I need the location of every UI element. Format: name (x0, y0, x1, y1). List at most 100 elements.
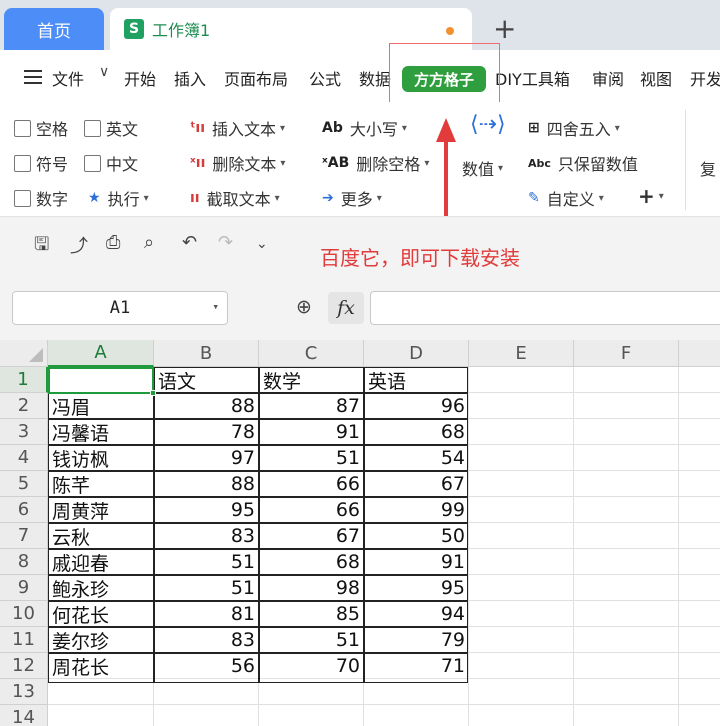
table-cell[interactable]: 英语 (364, 367, 469, 393)
execute-button[interactable]: ★ 执行 ▾ (88, 186, 149, 210)
checkbox-english[interactable]: 英文 (84, 116, 138, 140)
table-cell[interactable]: 83 (154, 627, 259, 653)
chevron-down-icon[interactable]: ▾ (212, 300, 219, 313)
row-header-12[interactable]: 12 (0, 653, 48, 679)
table-cell[interactable]: 97 (154, 445, 259, 471)
table-cell[interactable]: 54 (364, 445, 469, 471)
table-cell[interactable]: 冯馨语 (48, 419, 154, 445)
table-cell[interactable]: 70 (259, 653, 364, 679)
checkbox-chinese[interactable]: 中文 (84, 151, 138, 175)
row-header-5[interactable]: 5 (0, 471, 48, 497)
add-button[interactable]: + ▾ (638, 184, 664, 208)
insert-function-button[interactable]: fx (328, 292, 364, 324)
table-cell[interactable]: 冯眉 (48, 393, 154, 419)
column-header-e[interactable]: E (469, 340, 574, 367)
table-cell[interactable]: 91 (259, 419, 364, 445)
insert-text-button[interactable]: ᵗıı 插入文本 ▾ (190, 116, 285, 140)
table-cell[interactable]: 68 (364, 419, 469, 445)
table-cell[interactable]: 周花长 (48, 653, 154, 679)
row-header-14[interactable]: 14 (0, 705, 48, 726)
keep-numeric-button[interactable]: Abc 只保留数值 (528, 151, 638, 175)
undo-icon[interactable]: ↶ (182, 232, 197, 253)
menu-file[interactable]: 文件 (52, 66, 84, 90)
table-cell[interactable]: 67 (259, 523, 364, 549)
table-cell[interactable]: 云秋 (48, 523, 154, 549)
table-cell[interactable]: 66 (259, 497, 364, 523)
print-preview-icon[interactable]: ⌕ (144, 232, 154, 253)
column-header-f[interactable]: F (574, 340, 679, 367)
table-cell[interactable]: 79 (364, 627, 469, 653)
custom-button[interactable]: ✎ 自定义 ▾ (528, 186, 604, 210)
fill-handle[interactable] (150, 390, 156, 396)
customize-toolbar-icon[interactable]: ⌄ (256, 236, 268, 252)
table-cell[interactable]: 陈芊 (48, 471, 154, 497)
table-cell[interactable]: 语文 (154, 367, 259, 393)
table-cell[interactable]: 鲍永珍 (48, 575, 154, 601)
delete-text-button[interactable]: ˣıı 删除文本 ▾ (190, 151, 285, 175)
checkbox-space[interactable]: 空格 (14, 116, 68, 140)
row-header-3[interactable]: 3 (0, 419, 48, 445)
share-icon[interactable]: ⤴ (70, 232, 88, 258)
menu-developer[interactable]: 开发 (690, 66, 720, 90)
table-cell[interactable]: 50 (364, 523, 469, 549)
row-header-8[interactable]: 8 (0, 549, 48, 575)
checkbox-number[interactable]: 数字 (14, 186, 68, 210)
table-cell[interactable]: 88 (154, 471, 259, 497)
spreadsheet-grid[interactable]: A B C D E F 1 2 3 4 5 6 7 8 9 10 11 12 13 14 语文 数学 英语 冯眉 88 87 96 冯… (0, 340, 720, 726)
checkbox-symbol[interactable]: 符号 (14, 151, 68, 175)
row-header-9[interactable]: 9 (0, 575, 48, 601)
table-cell[interactable]: 戚迎春 (48, 549, 154, 575)
table-cell[interactable]: 88 (154, 393, 259, 419)
tab-home[interactable]: 首页 (4, 8, 104, 50)
menu-insert[interactable]: 插入 (174, 66, 206, 90)
table-cell[interactable]: 钱访枫 (48, 445, 154, 471)
menu-review[interactable]: 审阅 (592, 66, 624, 90)
table-cell[interactable]: 51 (259, 627, 364, 653)
column-header-a[interactable]: A (48, 340, 154, 367)
copy-button[interactable]: 复 (700, 156, 716, 180)
menu-formula[interactable]: 公式 (309, 66, 341, 90)
table-cell[interactable]: 68 (259, 549, 364, 575)
round-button[interactable]: ⊞ 四舍五入 ▾ (528, 116, 620, 140)
menu-page-layout[interactable]: 页面布局 (224, 66, 288, 90)
column-header-d[interactable]: D (364, 340, 469, 367)
save-icon[interactable]: 🖫 (34, 232, 49, 262)
table-cell[interactable]: 87 (259, 393, 364, 419)
table-cell[interactable]: 67 (364, 471, 469, 497)
row-header-4[interactable]: 4 (0, 445, 48, 471)
zoom-icon[interactable]: ⊕ (296, 296, 312, 318)
table-cell[interactable]: 78 (154, 419, 259, 445)
table-cell[interactable]: 91 (364, 549, 469, 575)
hamburger-menu-icon[interactable] (24, 70, 42, 84)
table-cell[interactable]: 51 (154, 549, 259, 575)
table-cell[interactable]: 95 (364, 575, 469, 601)
menu-start[interactable]: 开始 (124, 66, 156, 90)
chevron-down-icon[interactable]: ∨ (99, 64, 109, 80)
table-cell[interactable]: 56 (154, 653, 259, 679)
table-cell[interactable]: 99 (364, 497, 469, 523)
select-all-corner[interactable] (0, 340, 48, 367)
more-button[interactable]: ➔ 更多 ▾ (322, 186, 382, 210)
row-header-13[interactable]: 13 (0, 679, 48, 705)
row-header-2[interactable]: 2 (0, 393, 48, 419)
table-cell[interactable]: 51 (259, 445, 364, 471)
formula-input[interactable] (370, 291, 720, 325)
delete-space-button[interactable]: ˣAB 删除空格 ▾ (322, 151, 429, 175)
table-cell[interactable]: 85 (259, 601, 364, 627)
numeric-button[interactable]: 数值 ▾ (462, 156, 503, 180)
table-cell[interactable]: 66 (259, 471, 364, 497)
extract-text-button[interactable]: ıı 截取文本 ▾ (190, 186, 280, 210)
case-button[interactable]: Ab 大小写 ▾ (322, 116, 407, 140)
name-box[interactable]: A1 ▾ (12, 291, 228, 325)
print-icon[interactable]: ⎙ (106, 232, 120, 253)
row-header-7[interactable]: 7 (0, 523, 48, 549)
column-header-c[interactable]: C (259, 340, 364, 367)
redo-icon[interactable]: ↷ (218, 232, 233, 253)
table-cell[interactable]: 数学 (259, 367, 364, 393)
row-header-10[interactable]: 10 (0, 601, 48, 627)
menu-data[interactable]: 数据 (359, 66, 391, 90)
table-cell[interactable]: 81 (154, 601, 259, 627)
row-header-6[interactable]: 6 (0, 497, 48, 523)
new-tab-button[interactable]: + (493, 12, 516, 46)
table-cell[interactable]: 95 (154, 497, 259, 523)
